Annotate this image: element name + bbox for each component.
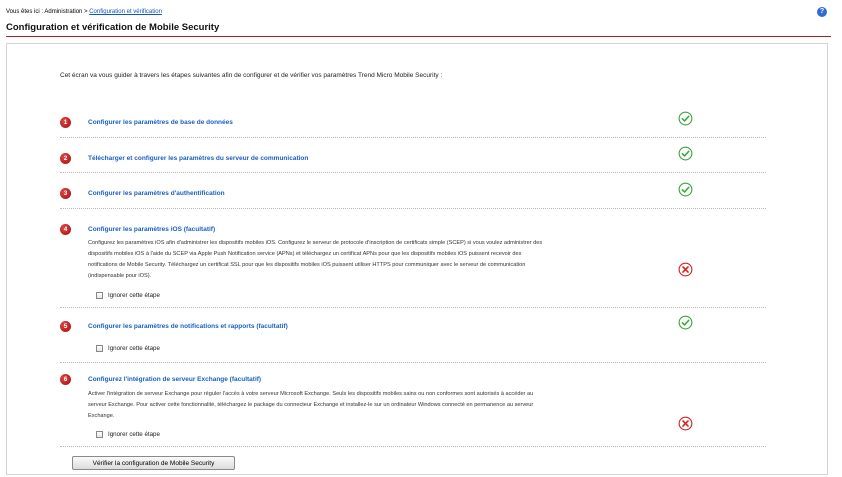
step-communication-server-link[interactable]: Télécharger et configurer les paramètres… [88, 155, 308, 162]
step-number-badge: 2 [60, 153, 71, 164]
skip-notifications-option: Ignorer cette étape [96, 345, 160, 352]
success-check-icon [678, 111, 693, 126]
title-divider [6, 36, 831, 37]
skip-exchange-checkbox[interactable] [96, 431, 103, 438]
breadcrumb: Vous êtes ici : Administration > Configu… [6, 9, 162, 15]
step-divider [60, 307, 766, 308]
step-database-link[interactable]: Configurer les paramètres de base de don… [88, 119, 233, 126]
step-number-badge: 3 [60, 188, 71, 199]
skip-ios-option: Ignorer cette étape [96, 292, 160, 299]
step-divider [60, 362, 766, 363]
description-line: Exchange. [88, 413, 115, 419]
step-number-badge: 4 [60, 224, 71, 235]
description-line: dispositifs mobiles iOS à l'aide du SCEP… [88, 251, 522, 257]
step-ios-link[interactable]: Configurer les paramètres iOS (facultati… [88, 226, 215, 233]
description-line: Activer l'intégration de serveur Exchang… [88, 391, 534, 397]
success-check-icon [678, 182, 693, 197]
step-number-badge: 5 [60, 321, 71, 332]
step-notifications-link[interactable]: Configurer les paramètres de notificatio… [88, 323, 288, 330]
verify-configuration-button[interactable]: Vérifier la configuration de Mobile Secu… [72, 456, 235, 470]
skip-notifications-checkbox[interactable] [96, 345, 103, 352]
description-line: Configurez les paramètres iOS afin d'adm… [88, 240, 543, 246]
step-exchange-description: Activer l'intégration de serveur Exchang… [88, 389, 643, 422]
skip-ios-checkbox[interactable] [96, 292, 103, 299]
question-icon[interactable]: ? [817, 7, 827, 17]
step-ios-description: Configurez les paramètres iOS afin d'adm… [88, 238, 643, 282]
breadcrumb-current-link[interactable]: Configuration et vérification [89, 9, 162, 15]
error-x-icon [678, 262, 693, 277]
skip-label: Ignorer cette étape [108, 431, 160, 438]
step-authentication-link[interactable]: Configurer les paramètres d'authentifica… [88, 190, 225, 197]
page-title: Configuration et vérification de Mobile … [6, 22, 220, 33]
success-check-icon [678, 315, 693, 330]
step-exchange-link[interactable]: Configurez l'intégration de serveur Exch… [88, 376, 261, 383]
description-line: notifications de Mobile Security. Téléch… [88, 262, 526, 268]
step-number-badge: 1 [60, 117, 71, 128]
step-divider [60, 172, 766, 173]
description-line: (indispensable pour iOS). [88, 273, 152, 279]
step-divider [60, 446, 766, 447]
error-x-icon [678, 416, 693, 431]
step-divider [60, 208, 766, 209]
step-divider [60, 137, 766, 138]
breadcrumb-prefix: Vous êtes ici : Administration > [6, 9, 90, 15]
skip-label: Ignorer cette étape [108, 345, 160, 352]
step-number-badge: 6 [60, 374, 71, 385]
skip-label: Ignorer cette étape [108, 292, 160, 299]
skip-exchange-option: Ignorer cette étape [96, 431, 160, 438]
description-line: serveur Exchange. Pour activer cette fon… [88, 402, 534, 408]
success-check-icon [678, 146, 693, 161]
intro-text: Cet écran va vous guider à travers les é… [60, 72, 443, 79]
